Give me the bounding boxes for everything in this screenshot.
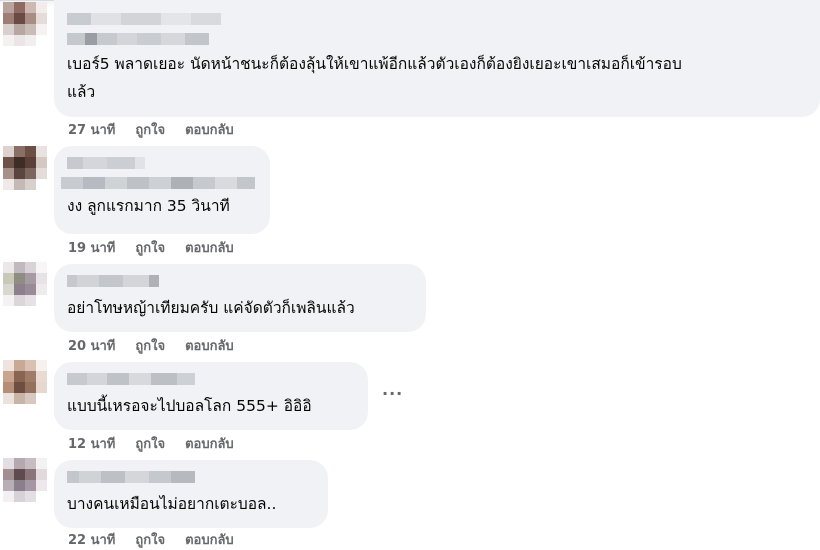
comment-time[interactable]: 20 นาที [68, 338, 115, 356]
comment-text: แบบนี้เหรอจะไปบอลโลก 555+ อิอิอิ [67, 397, 312, 415]
comment-actions: 20 นาที ถูกใจ ตอบกลับ [68, 338, 234, 356]
blurred-author-name [67, 10, 807, 28]
blurred-author-subtitle [61, 174, 257, 192]
comment-text: เบอร์5 พลาดเยอะ นัดหน้าชนะก็ต้องลุ้นให้เ… [67, 55, 682, 101]
comment-text: บางคนเหมือนไม่อยากเตะบอล.. [67, 495, 277, 513]
more-options-icon[interactable]: ··· [382, 384, 403, 403]
comment-bubble: อย่าโทษหญ้าเทียมครับ แค่จัดตัวก็เพลินแล้… [54, 264, 426, 332]
comment-time[interactable]: 27 นาที [68, 122, 115, 140]
like-button[interactable]: ถูกใจ [135, 436, 165, 454]
reply-button[interactable]: ตอบกลับ [185, 338, 234, 356]
like-button[interactable]: ถูกใจ [135, 532, 165, 550]
avatar[interactable] [3, 2, 47, 46]
comment-time[interactable]: 12 นาที [68, 436, 115, 454]
reply-button[interactable]: ตอบกลับ [185, 436, 234, 454]
reply-button[interactable]: ตอบกลับ [185, 532, 234, 550]
like-button[interactable]: ถูกใจ [135, 122, 165, 140]
comment-bubble: งง ลูกแรกมาก 35 วินาที [54, 146, 270, 234]
comment-bubble: แบบนี้เหรอจะไปบอลโลก 555+ อิอิอิ [54, 362, 368, 430]
comment-bubble: เบอร์5 พลาดเยอะ นัดหน้าชนะก็ต้องลุ้นให้เ… [54, 0, 820, 117]
blurred-author-name [67, 468, 315, 486]
comment-time[interactable]: 22 นาที [68, 532, 115, 550]
like-button[interactable]: ถูกใจ [135, 240, 165, 258]
blurred-author-name [67, 272, 413, 290]
comment-actions: 19 นาที ถูกใจ ตอบกลับ [68, 240, 234, 258]
comment-time[interactable]: 19 นาที [68, 240, 115, 258]
avatar[interactable] [3, 146, 47, 190]
comment-actions: 12 นาที ถูกใจ ตอบกลับ [68, 436, 234, 454]
blurred-author-name [67, 370, 355, 388]
reply-button[interactable]: ตอบกลับ [185, 122, 234, 140]
comment-text: งง ลูกแรกมาก 35 วินาที [67, 197, 230, 215]
comment-bubble: บางคนเหมือนไม่อยากเตะบอล.. [54, 460, 328, 528]
reply-button[interactable]: ตอบกลับ [185, 240, 234, 258]
comment-actions: 27 นาที ถูกใจ ตอบกลับ [68, 122, 234, 140]
like-button[interactable]: ถูกใจ [135, 338, 165, 356]
avatar[interactable] [3, 458, 47, 502]
avatar[interactable] [3, 262, 47, 306]
blurred-author-name [67, 154, 257, 172]
comment-actions: 22 นาที ถูกใจ ตอบกลับ [68, 532, 234, 550]
blurred-author-subtitle [67, 30, 807, 48]
comment-text: อย่าโทษหญ้าเทียมครับ แค่จัดตัวก็เพลินแล้… [67, 299, 355, 317]
avatar[interactable] [3, 360, 47, 404]
